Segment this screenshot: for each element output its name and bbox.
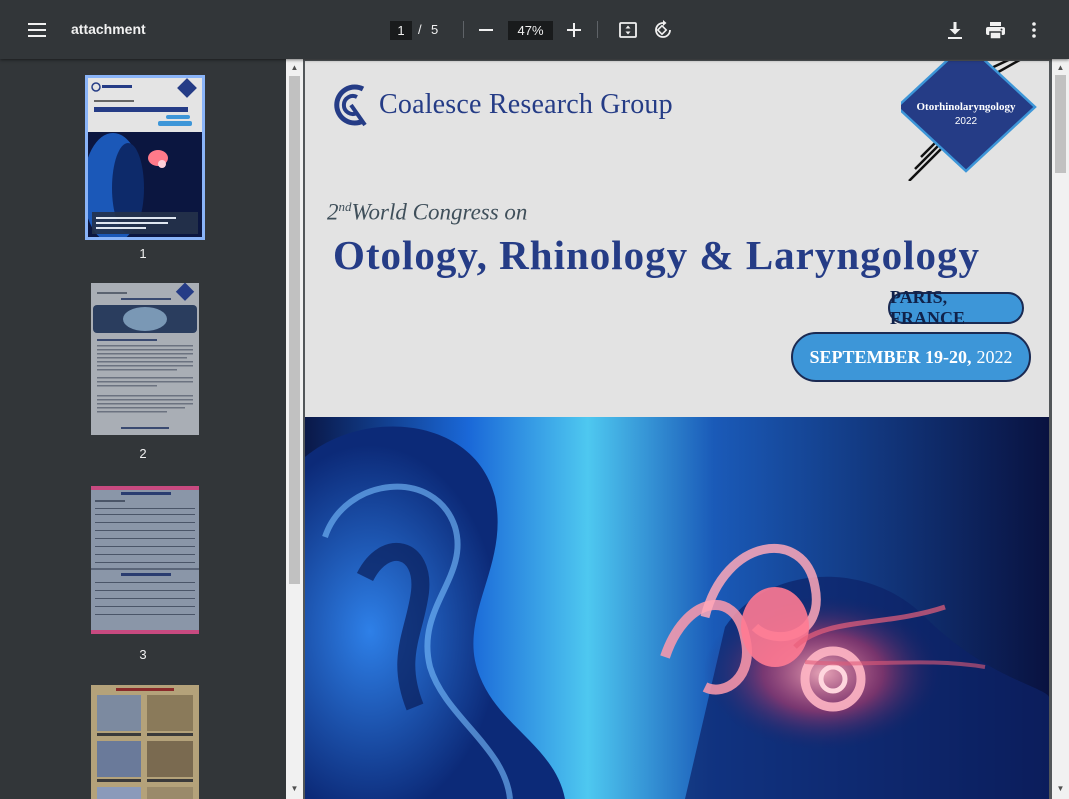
thumbnail-frame[interactable] — [91, 685, 199, 799]
thumbnail-page-number: 2 — [139, 446, 147, 461]
pdf-page-1: Coalesce Research Group Otorhinolaryngol… — [305, 61, 1049, 799]
badge-year: 2022 — [954, 116, 978, 127]
scroll-down-arrow-icon[interactable]: ▼ — [1053, 781, 1068, 795]
zoom-out-icon[interactable] — [476, 20, 496, 40]
fit-page-icon[interactable] — [617, 19, 639, 41]
coalesce-logo-icon — [334, 84, 367, 127]
date-year: 2022 — [976, 346, 1013, 367]
location-badge: PARIS, FRANCE — [888, 287, 1024, 328]
thumbnail-frame[interactable] — [91, 486, 199, 634]
scroll-up-arrow-icon[interactable]: ▲ — [287, 60, 302, 74]
page-separator: / — [418, 22, 422, 37]
sidebar-scrollbar-thumb[interactable] — [289, 76, 300, 584]
brand-header: Coalesce Research Group — [329, 79, 673, 131]
thumbnail-preview-4 — [91, 685, 199, 799]
print-icon[interactable] — [983, 19, 1007, 41]
conference-title: Otology, Rhinology & Laryngology — [333, 232, 981, 278]
main-scrollbar-thumb[interactable] — [1055, 75, 1066, 173]
congress-text: World Congress on — [351, 199, 528, 225]
thumbnail-preview-2 — [91, 282, 199, 435]
congress-ordinal-suffix: nd — [338, 199, 352, 214]
scroll-up-arrow-icon[interactable]: ▲ — [1053, 60, 1068, 74]
thumbnail-preview-1 — [83, 78, 202, 243]
date-badge: SEPTEMBER 19-20, 2022 — [791, 332, 1031, 382]
rotate-icon[interactable] — [652, 19, 674, 41]
toolbar-divider — [463, 21, 464, 38]
congress-subtitle: 2ndWorld Congress on — [327, 199, 527, 226]
ear-anatomy-image — [305, 417, 1049, 799]
thumbnail-sidebar[interactable]: 1 2 3 — [0, 59, 286, 799]
main-scrollbar[interactable]: ▲ ▼ — [1052, 59, 1069, 799]
pdf-toolbar: attachment 1 / 5 47% — [0, 0, 1069, 59]
congress-ordinal: 2 — [327, 199, 339, 225]
event-badge: Otorhinolaryngology 2022 — [901, 61, 1041, 181]
thumbnail-page-number: 1 — [139, 246, 147, 261]
thumbnail-frame[interactable] — [83, 75, 205, 243]
badge-title: Otorhinolaryngology — [916, 101, 1016, 113]
toolbar-divider — [597, 21, 598, 38]
scroll-down-arrow-icon[interactable]: ▼ — [287, 781, 302, 795]
zoom-in-icon[interactable] — [564, 20, 584, 40]
thumbnail-page-number: 3 — [139, 647, 147, 662]
brand-name: Coalesce Research Group — [379, 89, 673, 120]
more-vert-icon[interactable] — [1024, 19, 1044, 41]
total-pages: 5 — [431, 22, 439, 37]
thumbnail-frame[interactable] — [91, 282, 199, 435]
document-title: attachment — [71, 21, 146, 37]
thumbnail-preview-3 — [91, 486, 199, 634]
sidebar-scrollbar[interactable]: ▲ ▼ — [286, 59, 303, 799]
date-text: SEPTEMBER 19-20, — [809, 346, 972, 367]
zoom-input[interactable]: 47% — [508, 21, 553, 40]
page-number-input[interactable]: 1 — [390, 21, 412, 40]
menu-icon[interactable] — [24, 18, 50, 42]
download-icon[interactable] — [944, 19, 966, 41]
